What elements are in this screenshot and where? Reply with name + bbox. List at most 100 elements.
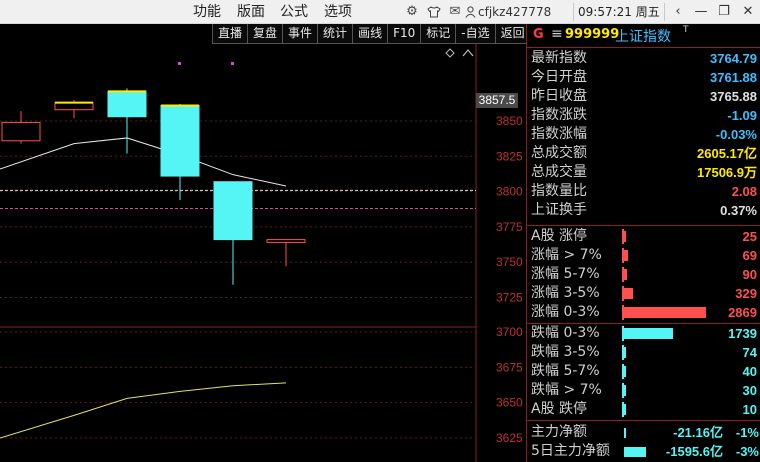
shirt-icon[interactable] (424, 0, 444, 24)
settings-icon[interactable]: ⚙ (400, 0, 424, 24)
breadth-value: 2869 (728, 305, 757, 320)
flow-bar (624, 428, 626, 438)
stat-row: 总成交量 17506.9万 (527, 163, 760, 182)
trade-flag: T (683, 25, 689, 35)
stat-label: 指数量比 (531, 183, 587, 199)
breadth-up-row: 涨幅 5-7% 90 (527, 265, 760, 284)
stat-label: 上证换手 (531, 202, 587, 218)
separator (573, 3, 574, 21)
stock-name[interactable]: 上证指数 (615, 26, 671, 46)
stat-row: 上证换手 0.37% (527, 201, 760, 220)
breadth-down-row: 跌幅 0-3% 1739 (527, 324, 760, 343)
minimize-button[interactable]: — (689, 0, 713, 24)
stock-header: G ≡ 999999 上证指数 T (527, 24, 760, 48)
toolbar-watchlist[interactable]: -自选 (455, 24, 495, 44)
menu-formula[interactable]: 公式 (280, 0, 308, 24)
breadth-bar (624, 269, 627, 280)
breadth-label: 跌幅 > 7% (531, 382, 602, 398)
flow-percent: -3% (735, 444, 759, 459)
breadth-label: 跌幅 0-3% (531, 325, 600, 341)
stat-value: 17506.9万 (697, 165, 757, 180)
y-tick-label: 3725 (496, 291, 523, 305)
stat-label: 指数涨跌 (531, 107, 587, 123)
breadth-bar (624, 250, 628, 261)
menu-icon[interactable]: ≡ (551, 26, 563, 42)
breadth-label: 跌幅 5-7% (531, 363, 600, 379)
breadth-bar (624, 385, 626, 396)
maximize-button[interactable]: ❐ (712, 0, 736, 24)
breadth-bar (624, 347, 626, 358)
stat-value: 2.08 (731, 184, 757, 199)
toolbar-f10[interactable]: F10 (387, 24, 421, 44)
breadth-value: 90 (742, 267, 757, 282)
chevron-up-icon (462, 49, 474, 57)
stat-label: 今日开盘 (531, 69, 587, 85)
menu-function[interactable]: 功能 (193, 0, 221, 24)
y-tick-label: 3850 (496, 114, 523, 128)
stat-value: 0.37% (720, 203, 757, 218)
stat-row: 指数涨幅 -0.03% (527, 125, 760, 144)
stat-label: 总成交量 (531, 164, 587, 180)
toolbar-review[interactable]: 复盘 (247, 24, 283, 44)
signal-marker (178, 62, 181, 65)
stat-value: -0.03% (715, 127, 757, 142)
username[interactable]: cfjkz427778 (478, 0, 551, 24)
breadth-down-row: A股 跌停 10 (527, 400, 760, 419)
y-tick-label: 3825 (496, 149, 523, 163)
flow-amount: -21.16亿 (673, 425, 723, 440)
breadth-label: 涨幅 3-5% (531, 285, 600, 301)
breadth-label: A股 涨停 (531, 228, 588, 244)
moving-average-line (0, 137, 287, 187)
breadth-bar (624, 231, 626, 242)
toolbar-stats[interactable]: 统计 (317, 24, 353, 44)
stat-label: 指数涨幅 (531, 126, 587, 142)
stock-code[interactable]: 999999 (565, 27, 619, 42)
y-tick-label: 3700 (496, 325, 523, 339)
stat-value: 3761.88 (710, 70, 757, 85)
stat-label: 最新指数 (531, 50, 587, 66)
breadth-value: 10 (742, 402, 757, 417)
flow-label: 5日主力净额 (531, 443, 610, 459)
toolbar-events[interactable]: 事件 (282, 24, 318, 44)
close-button[interactable]: ✕ (736, 0, 760, 24)
quote-panel: G ≡ 999999 上证指数 T 最新指数 3764.79 今日开盘 3761.88… (526, 24, 760, 462)
flow-row: 主力净额 -21.16亿 -1% (527, 423, 760, 442)
breadth-up-row: A股 涨停 25 (527, 227, 760, 246)
stat-row: 今日开盘 3761.88 (527, 68, 760, 87)
breadth-down-row: 跌幅 3-5% 74 (527, 343, 760, 362)
back-button[interactable]: ‹ (666, 0, 690, 24)
candlestick-chart[interactable]: 3850 3825 3800 3775 3750 3725 3700 3675 3650 3625 (0, 44, 526, 462)
user-icon[interactable] (462, 0, 478, 24)
y-tick-label: 3775 (496, 220, 523, 234)
stat-value: 2605.17亿 (697, 146, 757, 161)
breadth-label: 涨幅 5-7% (531, 266, 600, 282)
divider (527, 420, 760, 421)
flow-percent: -1% (735, 425, 759, 440)
chart-toolbar: 直播 复盘 事件 统计 画线 F10 标记 -自选 返回 (212, 24, 531, 44)
toolbar-draw-line[interactable]: 画线 (352, 24, 388, 44)
breadth-down-row: 跌幅 > 7% 30 (527, 381, 760, 400)
breadth-up-row: 涨幅 3-5% 329 (527, 284, 760, 303)
clock: 09:57:21 周五 (578, 5, 660, 19)
signal-marker (231, 62, 234, 65)
breadth-bar (624, 288, 633, 299)
menu-options[interactable]: 选项 (324, 0, 352, 24)
candle-body (107, 90, 147, 118)
toolbar-live[interactable]: 直播 (212, 24, 248, 44)
candle-body (160, 104, 200, 177)
stat-value: 3765.88 (710, 89, 757, 104)
breadth-bar (624, 404, 626, 415)
stat-label: 昨日收盘 (531, 88, 587, 104)
breadth-value: 69 (742, 248, 757, 263)
divider (527, 225, 760, 226)
y-tick-label: 3675 (496, 360, 523, 374)
breadth-up-row: 涨幅 0-3% 2869 (527, 303, 760, 322)
market-flag: G (533, 27, 544, 42)
candle-body (213, 181, 253, 241)
y-tick-label: 3625 (496, 431, 523, 445)
menu-layout[interactable]: 版面 (237, 0, 265, 24)
toolbar-mark[interactable]: 标记 (420, 24, 456, 44)
breadth-value: 74 (742, 345, 757, 360)
stat-row: 最新指数 3764.79 (527, 49, 760, 68)
y-tick-label: 3650 (496, 396, 523, 410)
